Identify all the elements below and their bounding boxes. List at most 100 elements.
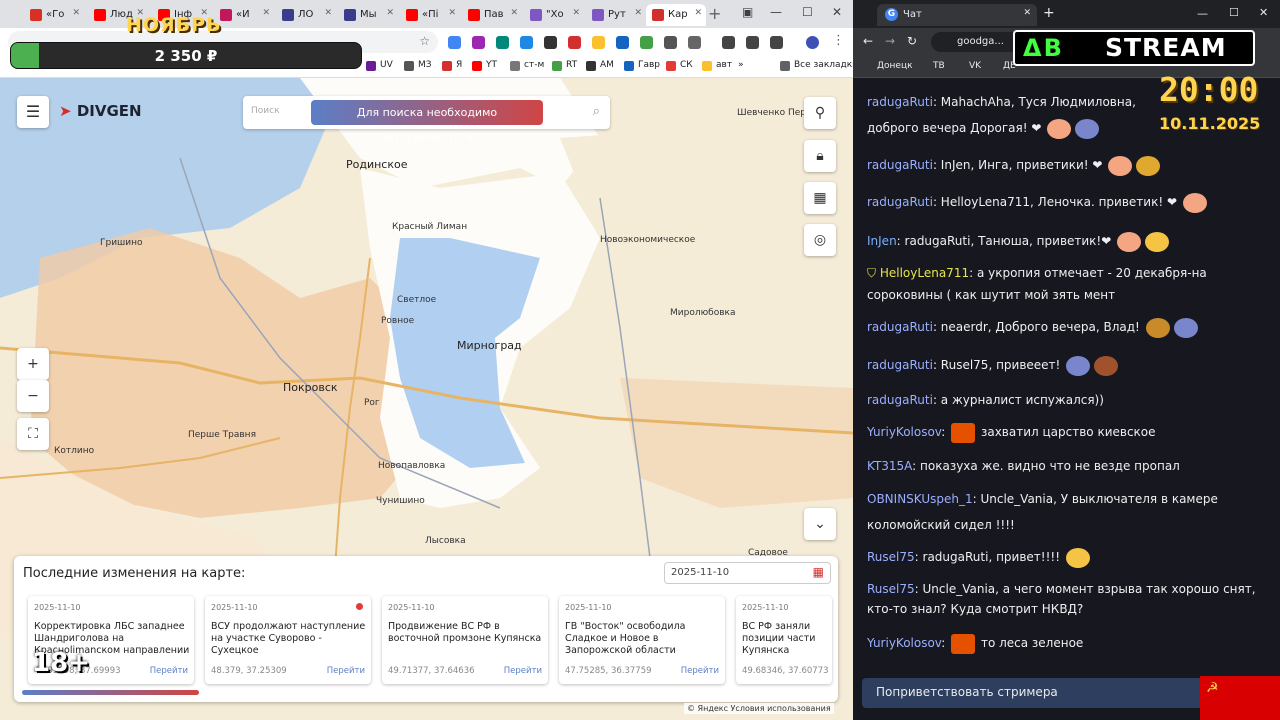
chat-username[interactable]: OBNINSKUspeh_1 (867, 492, 973, 506)
cards-scrollbar[interactable] (22, 690, 199, 695)
maximize-icon[interactable]: ☐ (802, 5, 813, 19)
avatar[interactable] (806, 36, 819, 49)
close-icon[interactable]: ✕ (262, 8, 270, 18)
browser-tab[interactable]: "Хо ✕ (524, 4, 584, 26)
browser-tab[interactable]: «И ✕ (214, 4, 274, 26)
close-window-icon[interactable]: ✕ (1259, 6, 1268, 19)
bookmark-item[interactable]: UV (366, 60, 393, 71)
chat-username[interactable]: HelloyLena711 (880, 266, 969, 280)
change-card[interactable]: 2025-11-10 ВСУ продолжают наступление на… (205, 596, 371, 684)
close-icon[interactable]: ✕ (510, 8, 518, 18)
forward-icon[interactable]: → (885, 34, 895, 48)
menu-dots-icon[interactable]: ⋮ (832, 33, 845, 48)
change-card[interactable]: 2025-11-10 ГВ "Восток" освободила Сладко… (559, 596, 725, 684)
brand-logo[interactable]: ➤ DIVGEN (59, 102, 142, 120)
bookmark-item[interactable]: RT (552, 60, 577, 71)
chevron-down-icon[interactable]: ⌄ (804, 508, 836, 540)
search-icon[interactable]: ⌕ (593, 104, 600, 119)
maximize-icon[interactable]: ☐ (1229, 6, 1239, 19)
map-attribution[interactable]: © Яндекс Условия использования (684, 703, 834, 714)
search-box[interactable]: Поиск Для поиска необходимо авторизовать… (243, 96, 610, 144)
extension-icon[interactable] (496, 36, 509, 49)
chat-username[interactable]: KT315A (867, 459, 912, 473)
back-icon[interactable]: ← (863, 34, 873, 48)
close-icon[interactable]: ✕ (572, 8, 580, 18)
location-pin-icon[interactable]: ⚲ (804, 97, 836, 129)
extension-icon[interactable] (616, 36, 629, 49)
bookmark-item[interactable]: МЗ (404, 60, 432, 71)
star-icon[interactable]: ☆ (419, 34, 430, 48)
browser-tab[interactable]: Мы ✕ (338, 4, 398, 26)
extension-icon[interactable] (746, 36, 759, 49)
card-open-link[interactable]: Перейти (681, 666, 719, 676)
chat-username[interactable]: radugaRuti (867, 195, 933, 209)
browser-tab[interactable]: Рут ✕ (586, 4, 646, 26)
browser-tab[interactable]: «Пі ✕ (400, 4, 460, 26)
extension-icon[interactable] (592, 36, 605, 49)
chat-username[interactable]: radugaRuti (867, 393, 933, 407)
chat-username[interactable]: radugaRuti (867, 158, 933, 172)
minimize-icon[interactable]: — (1197, 7, 1208, 20)
hamburger-menu-icon[interactable]: ☰ (17, 96, 49, 128)
close-icon[interactable]: ✕ (694, 8, 702, 18)
calendar-icon[interactable]: ▦ (813, 565, 824, 579)
tab-search-icon[interactable]: ▣ (742, 5, 753, 19)
extension-icon[interactable] (472, 36, 485, 49)
extension-icon[interactable] (520, 36, 533, 49)
target-icon[interactable]: ◎ (804, 224, 836, 256)
chat-username[interactable]: YuriyKolosov (867, 425, 941, 439)
fullscreen-icon[interactable]: ⛶ (17, 418, 49, 450)
browser-tab[interactable]: «Го ✕ (24, 4, 84, 26)
chat-username[interactable]: radugaRuti (867, 320, 933, 334)
lock-icon[interactable]: 🔒︎ (804, 140, 836, 172)
minimize-icon[interactable]: — (770, 5, 782, 19)
bookmark-item[interactable]: Донецк (877, 61, 913, 71)
close-window-icon[interactable]: ✕ (832, 5, 842, 19)
card-open-link[interactable]: Перейти (150, 666, 188, 676)
bookmark-item[interactable]: VK (969, 61, 981, 71)
ruler-icon[interactable]: ▦ (804, 182, 836, 214)
chat-username[interactable]: YuriyKolosov (867, 636, 941, 650)
browser-tab[interactable]: ЛО ✕ (276, 4, 336, 26)
bookmark-item[interactable]: авт (702, 60, 732, 71)
extension-icon[interactable] (640, 36, 653, 49)
browser-tab[interactable]: Пав ✕ (462, 4, 522, 26)
extension-icon[interactable] (544, 36, 557, 49)
all-bookmarks[interactable]: Все закладки (780, 60, 853, 71)
close-icon[interactable]: ✕ (72, 8, 80, 18)
card-open-link[interactable]: Перейти (504, 666, 542, 676)
auth-required-banner[interactable]: Для поиска необходимо авторизоваться (311, 100, 543, 144)
extension-icon[interactable] (722, 36, 735, 49)
bookmarks-overflow[interactable]: » (738, 60, 744, 70)
browser-tab-active[interactable]: G Чат ✕ (877, 4, 1037, 26)
chat-username[interactable]: Rusel75 (867, 582, 915, 596)
bookmark-item[interactable]: СК (666, 60, 693, 71)
bookmark-item[interactable]: Гавр (624, 60, 660, 71)
extension-icon[interactable] (770, 36, 783, 49)
bookmark-item[interactable]: ТВ (933, 61, 945, 71)
chat-username[interactable]: radugaRuti (867, 95, 933, 109)
extension-icon[interactable] (448, 36, 461, 49)
map-area[interactable]: Родинское Красный Лиман Гришино Светлое … (0, 78, 853, 720)
date-filter-input[interactable]: 2025-11-10 ▦ (664, 562, 831, 584)
browser-tab-active[interactable]: Кар ✕ (646, 4, 706, 26)
bookmark-item[interactable]: ст-м (510, 60, 544, 71)
new-tab-icon[interactable]: + (708, 4, 721, 23)
close-icon[interactable]: ✕ (324, 8, 332, 18)
zoom-out-button[interactable]: − (17, 380, 49, 412)
zoom-in-button[interactable]: + (17, 348, 49, 380)
close-icon[interactable]: ✕ (634, 8, 642, 18)
bookmark-item[interactable]: YT (472, 60, 497, 71)
change-card[interactable]: 2025-11-10 Продвижение ВС РФ в восточной… (382, 596, 548, 684)
chat-username[interactable]: InJen (867, 234, 897, 248)
close-icon[interactable]: ✕ (448, 8, 456, 18)
extension-icon[interactable] (568, 36, 581, 49)
reload-icon[interactable]: ↻ (907, 34, 917, 48)
chat-username[interactable]: Rusel75 (867, 550, 915, 564)
close-icon[interactable]: ✕ (386, 8, 394, 18)
extension-icon[interactable] (664, 36, 677, 49)
puzzle-icon[interactable] (688, 36, 701, 49)
change-card[interactable]: 2025-11-10 ВС РФ заняли позиции части Ку… (736, 596, 832, 684)
card-open-link[interactable]: Перейти (327, 666, 365, 676)
bookmark-item[interactable]: Я (442, 60, 462, 71)
